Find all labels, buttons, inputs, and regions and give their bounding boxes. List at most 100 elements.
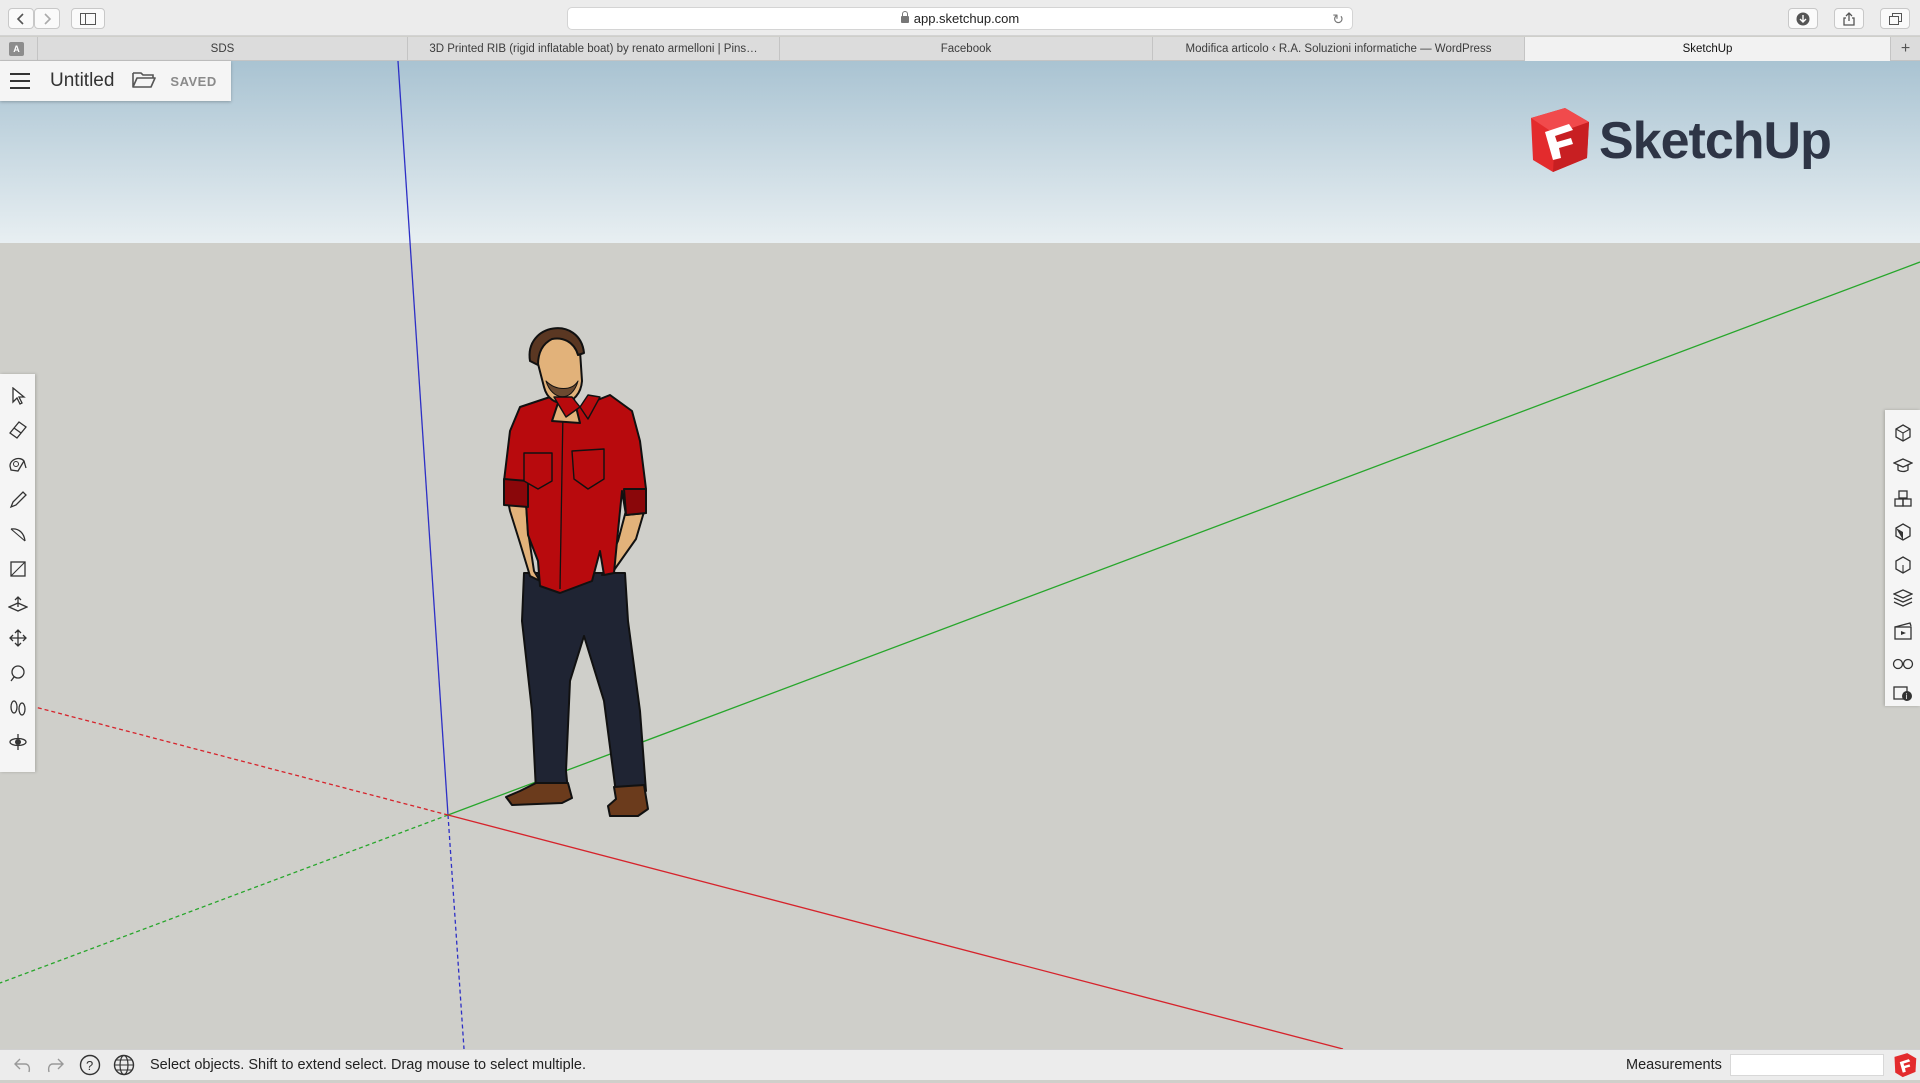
- rectangle-icon: [10, 561, 26, 577]
- green-axis: [447, 261, 1920, 816]
- sketchup-small-logo: [1893, 1053, 1917, 1083]
- reload-icon[interactable]: ↻: [1332, 11, 1344, 28]
- move-tool[interactable]: [6, 626, 30, 650]
- scene-canvas[interactable]: [0, 61, 1920, 1049]
- redo-icon: [47, 1058, 64, 1073]
- 3d-viewport[interactable]: [0, 61, 1920, 1049]
- globe-icon: [113, 1054, 135, 1076]
- sketchup-logo-text: SketchUp: [1599, 112, 1832, 170]
- tab-wordpress[interactable]: Modifica articolo ‹ R.A. Soluzioni infor…: [1152, 37, 1524, 61]
- pinned-tab[interactable]: A: [9, 42, 24, 56]
- red-axis-negative: [34, 706, 449, 816]
- paint-bucket-icon: [9, 457, 27, 472]
- blue-axis-negative: [447, 814, 465, 1049]
- new-tab-button[interactable]: +: [1890, 37, 1920, 61]
- scenes-button[interactable]: [1892, 620, 1914, 642]
- address-bar[interactable]: app.sketchup.com ↻: [567, 7, 1353, 30]
- left-toolbar: [0, 374, 35, 772]
- tabs-overview-button[interactable]: [1880, 8, 1910, 29]
- model-info-button[interactable]: i: [1892, 682, 1914, 704]
- entity-info-button[interactable]: [1892, 422, 1914, 444]
- measurements-label: Measurements: [1626, 1057, 1722, 1073]
- chevron-right-icon: [44, 12, 52, 25]
- share-icon: [1843, 11, 1855, 26]
- styles-icon: [1895, 556, 1911, 574]
- instructor-button[interactable]: [1892, 455, 1914, 477]
- undo-icon: [14, 1058, 31, 1073]
- select-tool[interactable]: [6, 384, 30, 408]
- person-cuff-right: [623, 488, 647, 516]
- pencil-tool[interactable]: [6, 488, 30, 512]
- tab-sds[interactable]: SDS: [37, 37, 407, 61]
- svg-text:i: i: [1906, 692, 1908, 701]
- folder-icon[interactable]: [132, 69, 157, 94]
- push-pull-icon: [8, 596, 28, 612]
- display-icon: [1892, 658, 1914, 670]
- forward-button[interactable]: [34, 8, 60, 29]
- push-pull-tool[interactable]: [6, 592, 30, 616]
- display-button[interactable]: [1892, 653, 1914, 675]
- person-shoe-right: [607, 784, 649, 817]
- tab-facebook[interactable]: Facebook: [779, 37, 1152, 61]
- right-panel-toolbar: i: [1885, 410, 1920, 706]
- styles-button[interactable]: [1892, 554, 1914, 576]
- paint-bucket-tool[interactable]: [6, 453, 30, 477]
- entity-info-icon: [1895, 424, 1911, 442]
- arc-icon: [10, 528, 26, 542]
- materials-icon: [1895, 523, 1911, 541]
- tabs-icon: [1888, 12, 1902, 25]
- downloads-button[interactable]: [1788, 8, 1818, 29]
- footprints-icon: [10, 700, 26, 716]
- red-axis: [447, 814, 1344, 1049]
- eraser-tool[interactable]: [6, 418, 30, 442]
- download-icon: [1796, 12, 1810, 25]
- tape-measure-tool[interactable]: [6, 661, 30, 685]
- hamburger-menu-icon[interactable]: [10, 73, 30, 89]
- materials-button[interactable]: [1892, 521, 1914, 543]
- document-title[interactable]: Untitled: [50, 70, 114, 92]
- save-status-label: SAVED: [170, 73, 217, 89]
- rectangle-tool[interactable]: [6, 557, 30, 581]
- tab-sketchup[interactable]: SketchUp: [1524, 37, 1890, 61]
- move-icon: [9, 629, 27, 647]
- person-pants: [521, 572, 647, 794]
- eraser-icon: [9, 421, 27, 439]
- language-button[interactable]: [112, 1053, 136, 1077]
- status-hint-text: Select objects. Shift to extend select. …: [150, 1057, 587, 1073]
- sketchup-logo: SketchUp: [1527, 108, 1832, 174]
- status-bar: ? Select objects. Shift to extend select…: [0, 1049, 1920, 1080]
- sidebar-icon: [80, 12, 96, 25]
- person-pocket-left: [523, 452, 553, 490]
- layers-button[interactable]: [1892, 587, 1914, 609]
- redo-button[interactable]: [44, 1053, 68, 1077]
- measurements-input[interactable]: [1730, 1054, 1884, 1076]
- share-button[interactable]: [1834, 8, 1864, 29]
- lock-icon: [900, 11, 909, 23]
- orbit-icon: [9, 734, 27, 750]
- browser-toolbar: app.sketchup.com ↻: [0, 0, 1920, 36]
- green-axis-negative: [0, 814, 449, 984]
- sidebar-toggle-button[interactable]: [71, 8, 105, 29]
- person-shoe-left: [505, 782, 573, 806]
- undo-button[interactable]: [10, 1053, 34, 1077]
- document-panel: Untitled SAVED: [0, 61, 231, 101]
- select-icon: [12, 387, 26, 405]
- blue-axis: [397, 61, 449, 816]
- walk-tool[interactable]: [6, 696, 30, 720]
- components-button[interactable]: [1892, 488, 1914, 510]
- back-button[interactable]: [8, 8, 34, 29]
- tape-measure-icon: [10, 665, 25, 682]
- sketchup-small-logo-icon: [1894, 1053, 1917, 1078]
- help-button[interactable]: ?: [78, 1053, 102, 1077]
- svg-text:?: ?: [86, 1058, 93, 1073]
- tab-pinterest[interactable]: 3D Printed RIB (rigid inflatable boat) b…: [407, 37, 779, 61]
- person-figure[interactable]: [503, 327, 649, 817]
- instructor-icon: [1893, 458, 1913, 473]
- components-icon: [1894, 490, 1912, 507]
- help-icon: ?: [79, 1054, 101, 1076]
- arc-tool[interactable]: [6, 522, 30, 546]
- sketchup-logo-icon: [1531, 108, 1589, 172]
- layers-icon: [1893, 589, 1913, 607]
- orbit-tool[interactable]: [6, 730, 30, 754]
- chevron-left-icon: [16, 12, 24, 25]
